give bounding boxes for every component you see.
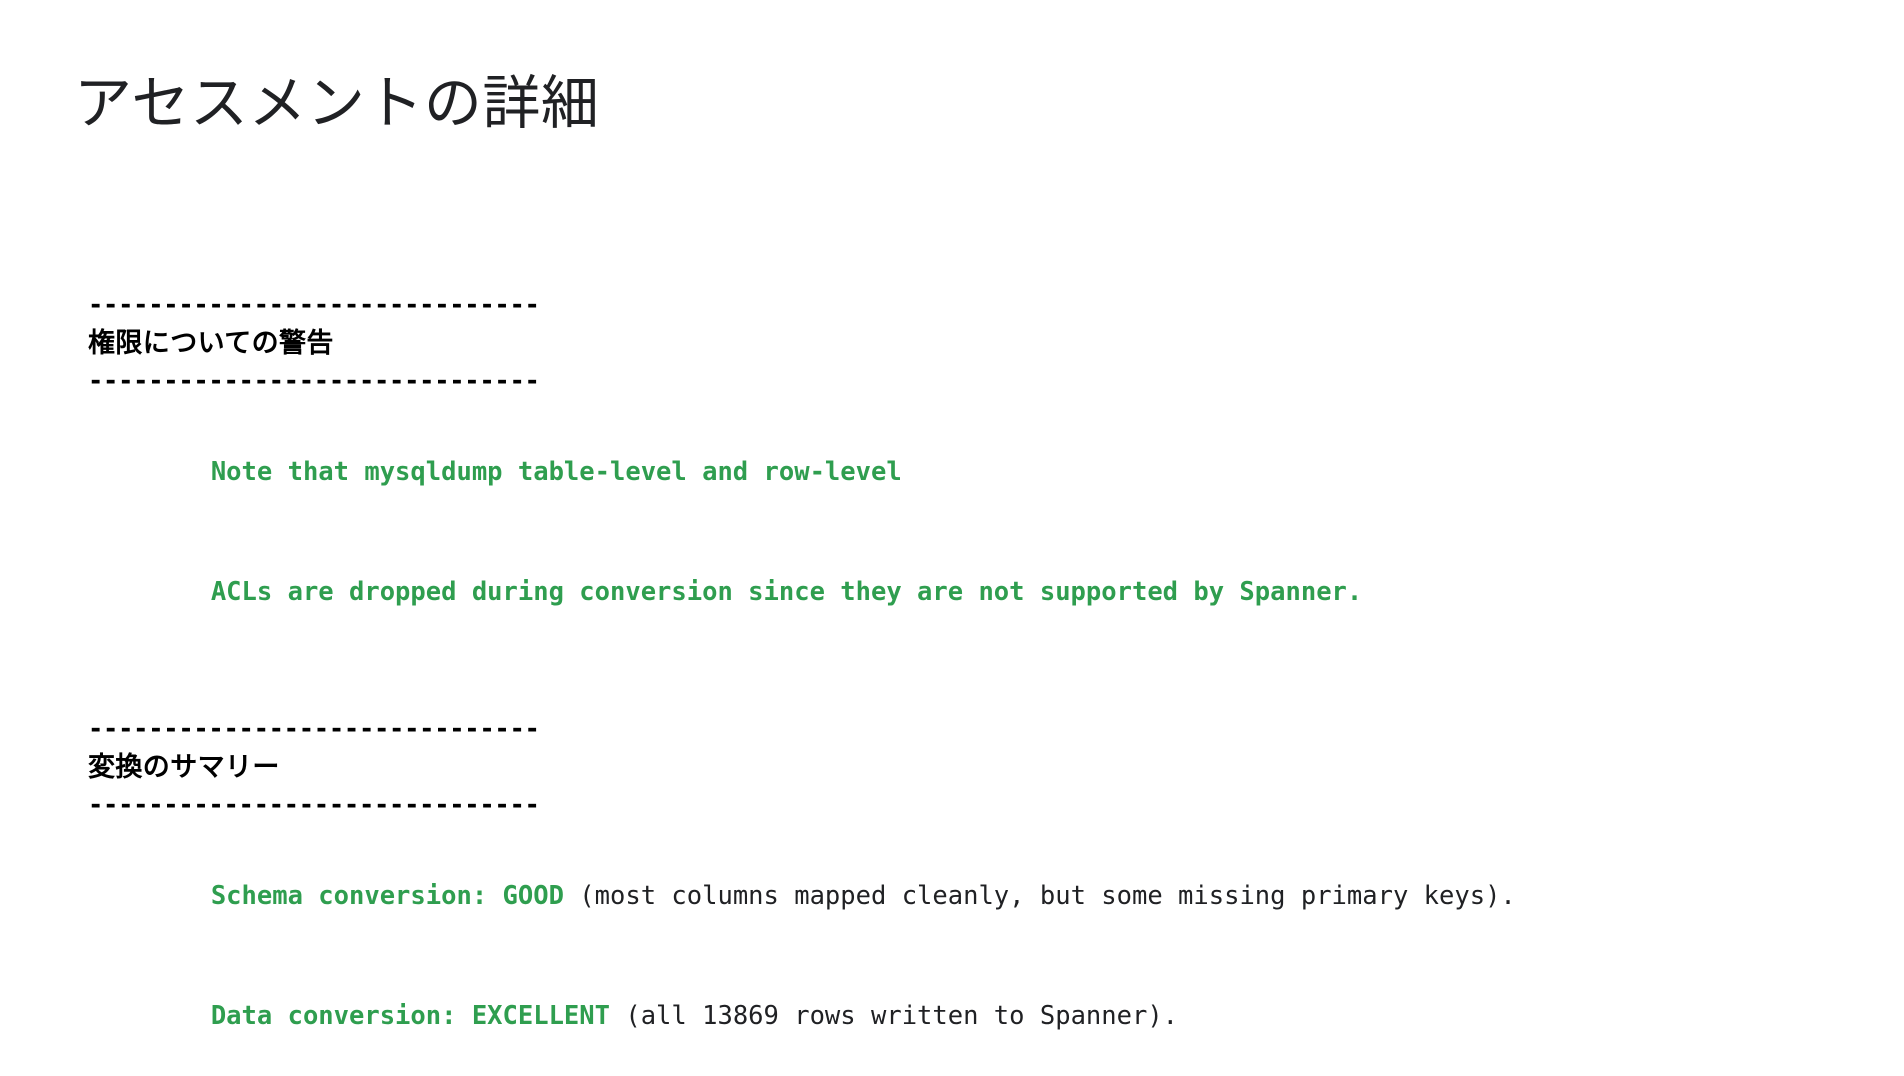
report-line: ACLs are dropped during conversion since… xyxy=(88,532,1848,652)
section-heading-conversion-summary: 変換のサマリー xyxy=(88,752,280,782)
section-divider-bottom: ------------------------------ xyxy=(88,366,540,396)
section-divider-bottom: ------------------------------ xyxy=(88,790,540,820)
report-line-plain-text: (all 13869 rows written to Spanner). xyxy=(610,1001,1179,1031)
report-line-green-text: ACLs are dropped during conversion since… xyxy=(210,577,1363,607)
report-section-conversion-summary: ------------------------------ 変換のサマリー -… xyxy=(88,712,1848,1076)
report-section-permissions-warning: ------------------------------ 権限についての警告… xyxy=(88,288,1848,652)
report-line-green-text: Schema conversion: GOOD xyxy=(210,881,564,911)
report-line-green-text: Note that mysqldump table-level and row-… xyxy=(210,457,902,487)
slide-canvas: アセスメントの詳細 ------------------------------… xyxy=(0,0,1904,1066)
section-divider-top: ------------------------------ xyxy=(88,290,540,320)
report-line: Note that mysqldump table-level and row-… xyxy=(88,412,1848,532)
section-heading-permissions-warning: 権限についての警告 xyxy=(88,328,334,358)
report-line: Data conversion: EXCELLENT (all 13869 ro… xyxy=(88,956,1848,1076)
page-title: アセスメントの詳細 xyxy=(74,71,600,136)
report-line-green-text: Data conversion: EXCELLENT xyxy=(210,1001,610,1031)
report-line: Schema conversion: GOOD (most columns ma… xyxy=(88,836,1848,956)
assessment-report: ------------------------------ 権限についての警告… xyxy=(88,288,1848,1076)
report-line-plain-text: (most columns mapped cleanly, but some m… xyxy=(563,881,1516,911)
section-divider-top: ------------------------------ xyxy=(88,714,540,744)
